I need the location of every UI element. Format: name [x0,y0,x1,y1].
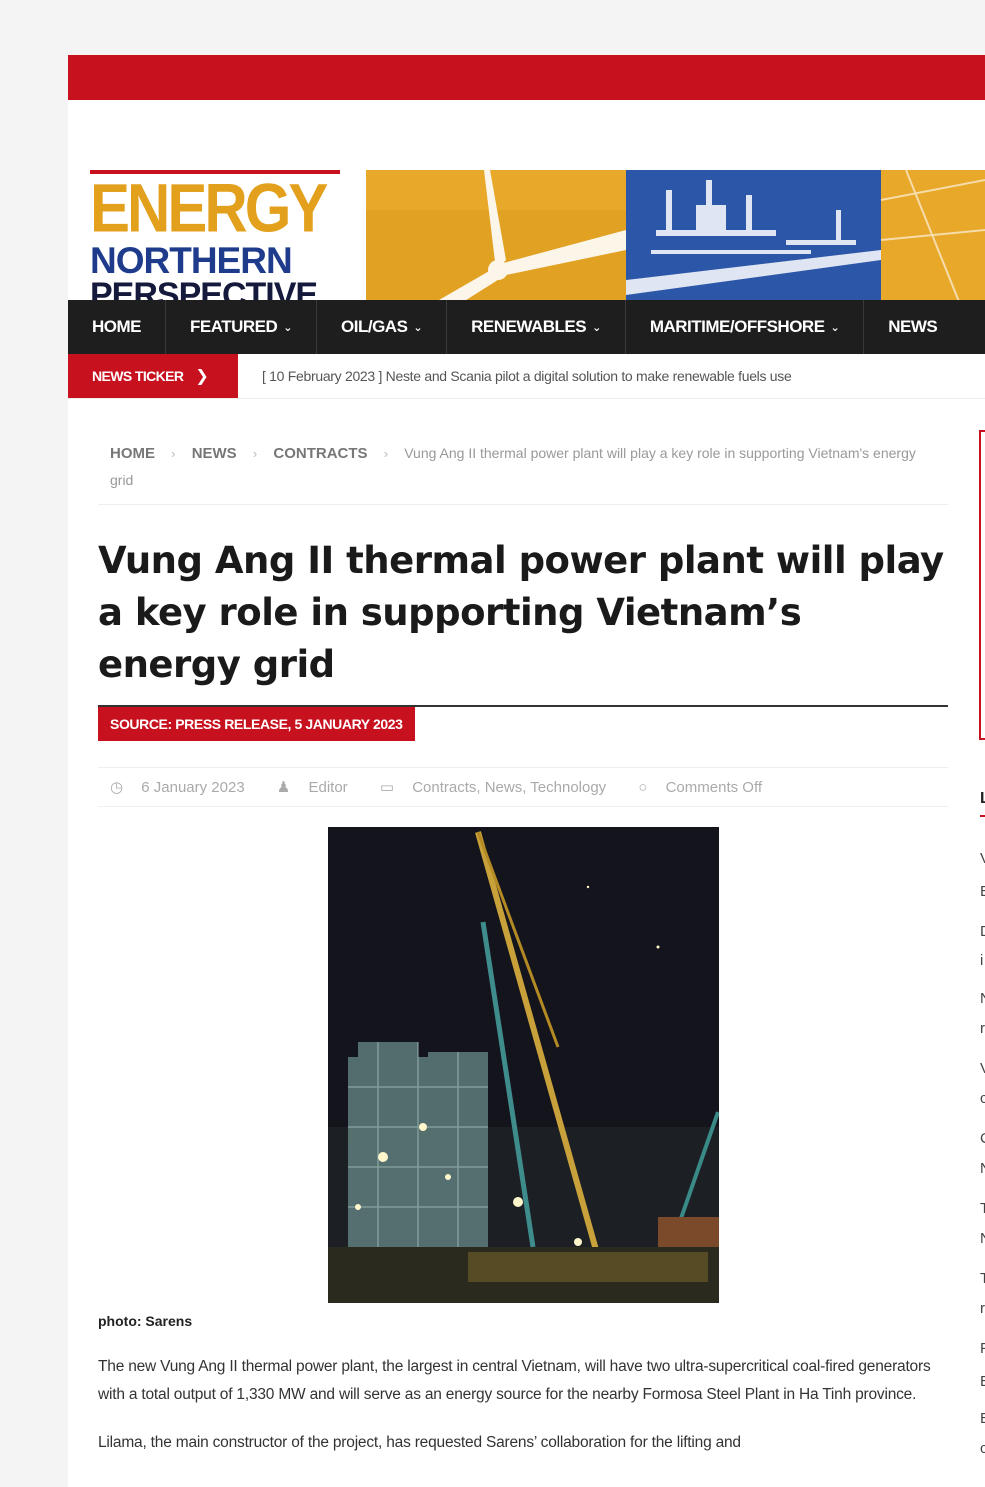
news-ticker-label: NEWS TICKER ❯ [68,354,238,398]
nav-news-label: NEWS [888,317,938,336]
breadcrumb-contracts[interactable]: CONTRACTS [273,445,367,462]
chevron-right-icon: › [171,446,176,461]
sidebar-widget-box [979,430,985,740]
breadcrumb-home[interactable]: HOME [110,445,155,462]
article-meta: ◷ 6 January 2023 ♟ Editor ▭ Contracts, N… [98,767,948,807]
nav-renewables-label: RENEWABLES [471,317,587,336]
site-header: ENERGY NORTHERN PERSPECTIVE [68,100,985,319]
post-categories-text: Contracts, News, Technology [412,779,607,796]
photo-caption: photo: Sarens [98,1313,193,1329]
post-author-text: Editor [308,779,348,796]
sidebar-list-item-fragment[interactable]: V [980,1060,985,1077]
sidebar-list-item-fragment[interactable]: D [980,923,985,940]
site-logo[interactable]: ENERGY NORTHERN PERSPECTIVE [90,170,340,318]
chevron-down-icon: ⌄ [413,321,423,334]
chevron-down-icon: ⌄ [830,321,840,334]
sidebar-list-item-fragment[interactable]: r [980,1020,985,1037]
article-paragraph: The new Vung Ang II thermal power plant,… [98,1358,931,1403]
sidebar-heading: L [980,790,985,807]
article-paragraph: Lilama, the main constructor of the proj… [98,1434,741,1451]
sidebar-list-item-fragment[interactable]: T [980,1200,985,1217]
post-author[interactable]: ♟ Editor [277,779,362,796]
folder-icon: ▭ [379,779,395,796]
chevron-right-icon: › [383,446,389,461]
sidebar-list-item-fragment[interactable]: F [980,1340,985,1357]
sidebar-list-item-fragment[interactable]: E [980,1373,985,1390]
sidebar-list-item-fragment[interactable]: i [980,952,983,969]
clock-icon: ◷ [110,779,124,796]
nav-home-label: HOME [92,317,142,336]
nav-oil-gas[interactable]: OIL/GAS ⌄ [317,300,448,354]
post-date: ◷ 6 January 2023 [110,779,259,796]
news-ticker-label-text: NEWS TICKER [92,368,184,384]
sidebar-list-item-fragment[interactable]: c [980,1090,985,1107]
sidebar-list-item-fragment[interactable]: N [980,990,985,1007]
article-main: HOME › NEWS › CONTRACTS › Vung Ang II th… [98,430,948,1473]
sidebar-list-item-fragment[interactable]: T [980,1270,985,1287]
top-bar [68,55,985,100]
sidebar-list-item-fragment[interactable]: E [980,1410,985,1427]
news-ticker-headline[interactable]: [ 10 February 2023 ] Neste and Scania pi… [262,368,792,384]
sidebar-list-item-fragment[interactable]: r [980,1300,985,1317]
source-bar: SOURCE: PRESS RELEASE, 5 JANUARY 2023 [98,705,948,743]
sidebar-list-item-fragment[interactable]: c [980,1440,985,1457]
news-ticker: NEWS TICKER ❯ [ 10 February 2023 ] Neste… [68,354,985,399]
logo-energy-text: ENERGY [90,169,328,247]
sidebar-list-item-fragment[interactable]: N [980,1160,985,1177]
comment-icon: ○ [638,779,648,796]
sidebar-list-item-fragment[interactable]: N [980,1230,985,1247]
article-photo[interactable] [327,827,719,1303]
main-nav: HOME FEATURED ⌄ OIL/GAS ⌄ RENEWABLES ⌄ MARI… [68,300,985,354]
chevron-right-icon: ❯ [195,368,209,385]
post-categories[interactable]: ▭ Contracts, News, Technology [380,779,620,796]
post-comments: ○ Comments Off [638,779,776,796]
nav-featured-label: FEATURED [190,317,278,336]
nav-renewables[interactable]: RENEWABLES ⌄ [447,300,626,354]
page: ENERGY NORTHERN PERSPECTIVE HOME FEATURE… [68,55,985,1487]
nav-maritime-offshore[interactable]: MARITIME/OFFSHORE ⌄ [626,300,865,354]
breadcrumb-news[interactable]: NEWS [192,445,237,462]
chevron-down-icon: ⌄ [592,321,601,334]
chevron-right-icon: › [252,446,258,461]
chevron-down-icon: ⌄ [283,321,293,334]
header-banner-image [366,170,985,319]
nav-featured[interactable]: FEATURED ⌄ [166,300,318,354]
nav-maritime-offshore-label: MARITIME/OFFSHORE [649,317,825,336]
sidebar-heading-rule [980,815,985,817]
breadcrumb: HOME › NEWS › CONTRACTS › Vung Ang II th… [98,430,948,505]
user-icon: ♟ [276,779,291,796]
post-comments-text: Comments Off [665,779,763,796]
sidebar-list-item-fragment[interactable]: V [980,850,985,867]
nav-news[interactable]: NEWS [864,300,961,354]
nav-oil-gas-label: OIL/GAS [341,317,408,336]
post-date-text: 6 January 2023 [141,779,245,796]
article-title: Vung Ang II thermal power plant will pla… [98,539,944,686]
nav-home[interactable]: HOME [68,300,166,354]
sidebar-list-item-fragment[interactable]: C [980,1130,985,1147]
source-badge: SOURCE: PRESS RELEASE, 5 JANUARY 2023 [98,707,415,741]
sidebar-list-item-fragment[interactable]: E [980,883,985,900]
